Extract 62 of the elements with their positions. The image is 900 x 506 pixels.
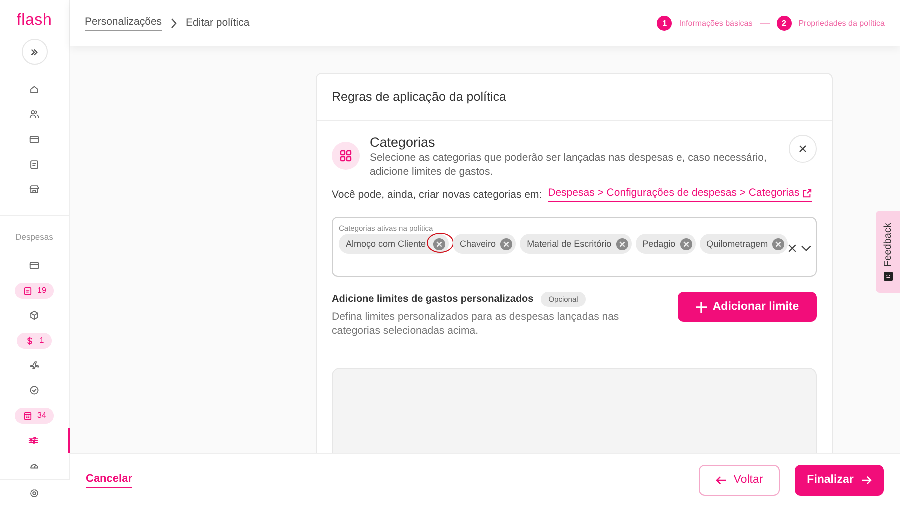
remove-icon[interactable] (680, 238, 693, 250)
receipt-icon (22, 286, 33, 296)
sidebar-item[interactable]: 1 (0, 328, 70, 353)
store-icon (29, 184, 40, 195)
clear-icon[interactable] (788, 244, 798, 253)
sidebar-item[interactable]: 19 (0, 278, 70, 303)
sidebar-item[interactable]: 34 (0, 403, 70, 428)
limits-description: Defina limites personalizados para as despesas lançadas nas categorias selecionadas acima. (332, 310, 620, 338)
chip-label: Material de Escritório (527, 239, 612, 249)
step-number: 2 (776, 16, 792, 30)
chevron-icon (170, 18, 178, 28)
step-label: Propriedades da política (798, 18, 885, 28)
remove-icon[interactable] (616, 238, 629, 250)
close-button[interactable] (789, 135, 817, 163)
card-icon (29, 260, 40, 271)
receipt-icon (29, 159, 40, 170)
remove-icon[interactable] (433, 238, 446, 250)
arrow-right-icon (860, 476, 872, 484)
count-label: 34 (38, 411, 46, 420)
expand-button[interactable] (22, 39, 48, 65)
chip-label: Chaveiro (460, 239, 496, 249)
dollar-icon (24, 336, 35, 346)
cancel-link[interactable]: Cancelar (86, 472, 132, 488)
finish-button[interactable]: Finalizar (795, 464, 884, 496)
count-label: 1 (40, 336, 44, 345)
arrow-left-icon (716, 476, 727, 484)
plus-icon (696, 302, 707, 312)
plane-icon (29, 360, 40, 371)
note-text: Você pode, ainda, criar novas categorias em: (332, 188, 542, 200)
card-title: Regras de aplicação da política (332, 90, 506, 104)
step-number: 1 (657, 16, 672, 30)
settings-link[interactable]: Despesas > Configurações de despesas > Categorias (548, 187, 812, 202)
section-label: Despesas (16, 231, 54, 244)
section-description: Selecione as categorias que poderão ser lançadas nas despesas e, caso necessário, adicione limites de gastos. (370, 151, 768, 179)
step-label: Informações básicas (679, 18, 753, 28)
chip-label: Pedagio (642, 239, 676, 249)
check-circle-icon (29, 385, 40, 396)
dropdown-icon[interactable] (801, 244, 812, 253)
sliders-icon (28, 435, 39, 446)
limits-title: Adicione limites de gastos personalizados (332, 294, 534, 305)
close-icon (799, 145, 807, 153)
back-button[interactable]: Voltar (699, 464, 780, 496)
home-icon (29, 84, 40, 95)
section-title: Categorias (370, 135, 436, 150)
double-chevron-icon (30, 48, 39, 56)
feedback-tab[interactable]: Feedback (876, 211, 900, 293)
cube-icon (29, 310, 40, 321)
logo: flash (16, 11, 52, 31)
chip-label: Quilometragem (706, 239, 768, 249)
remove-icon[interactable] (500, 238, 514, 250)
feedback-icon (884, 272, 892, 281)
card-icon (29, 134, 40, 145)
count-label: 19 (38, 286, 46, 295)
add-limit-button[interactable]: Adicionar limite (678, 292, 817, 322)
people-icon (29, 109, 40, 120)
settings-icon (29, 488, 40, 498)
breadcrumb-current: Editar política (186, 17, 250, 29)
grid-icon (332, 142, 360, 170)
calendar-icon (22, 410, 33, 420)
chip-label: Almoço com Cliente (346, 239, 426, 249)
breadcrumb-link[interactable]: Personalizações (85, 16, 162, 30)
external-link-icon (802, 188, 812, 198)
